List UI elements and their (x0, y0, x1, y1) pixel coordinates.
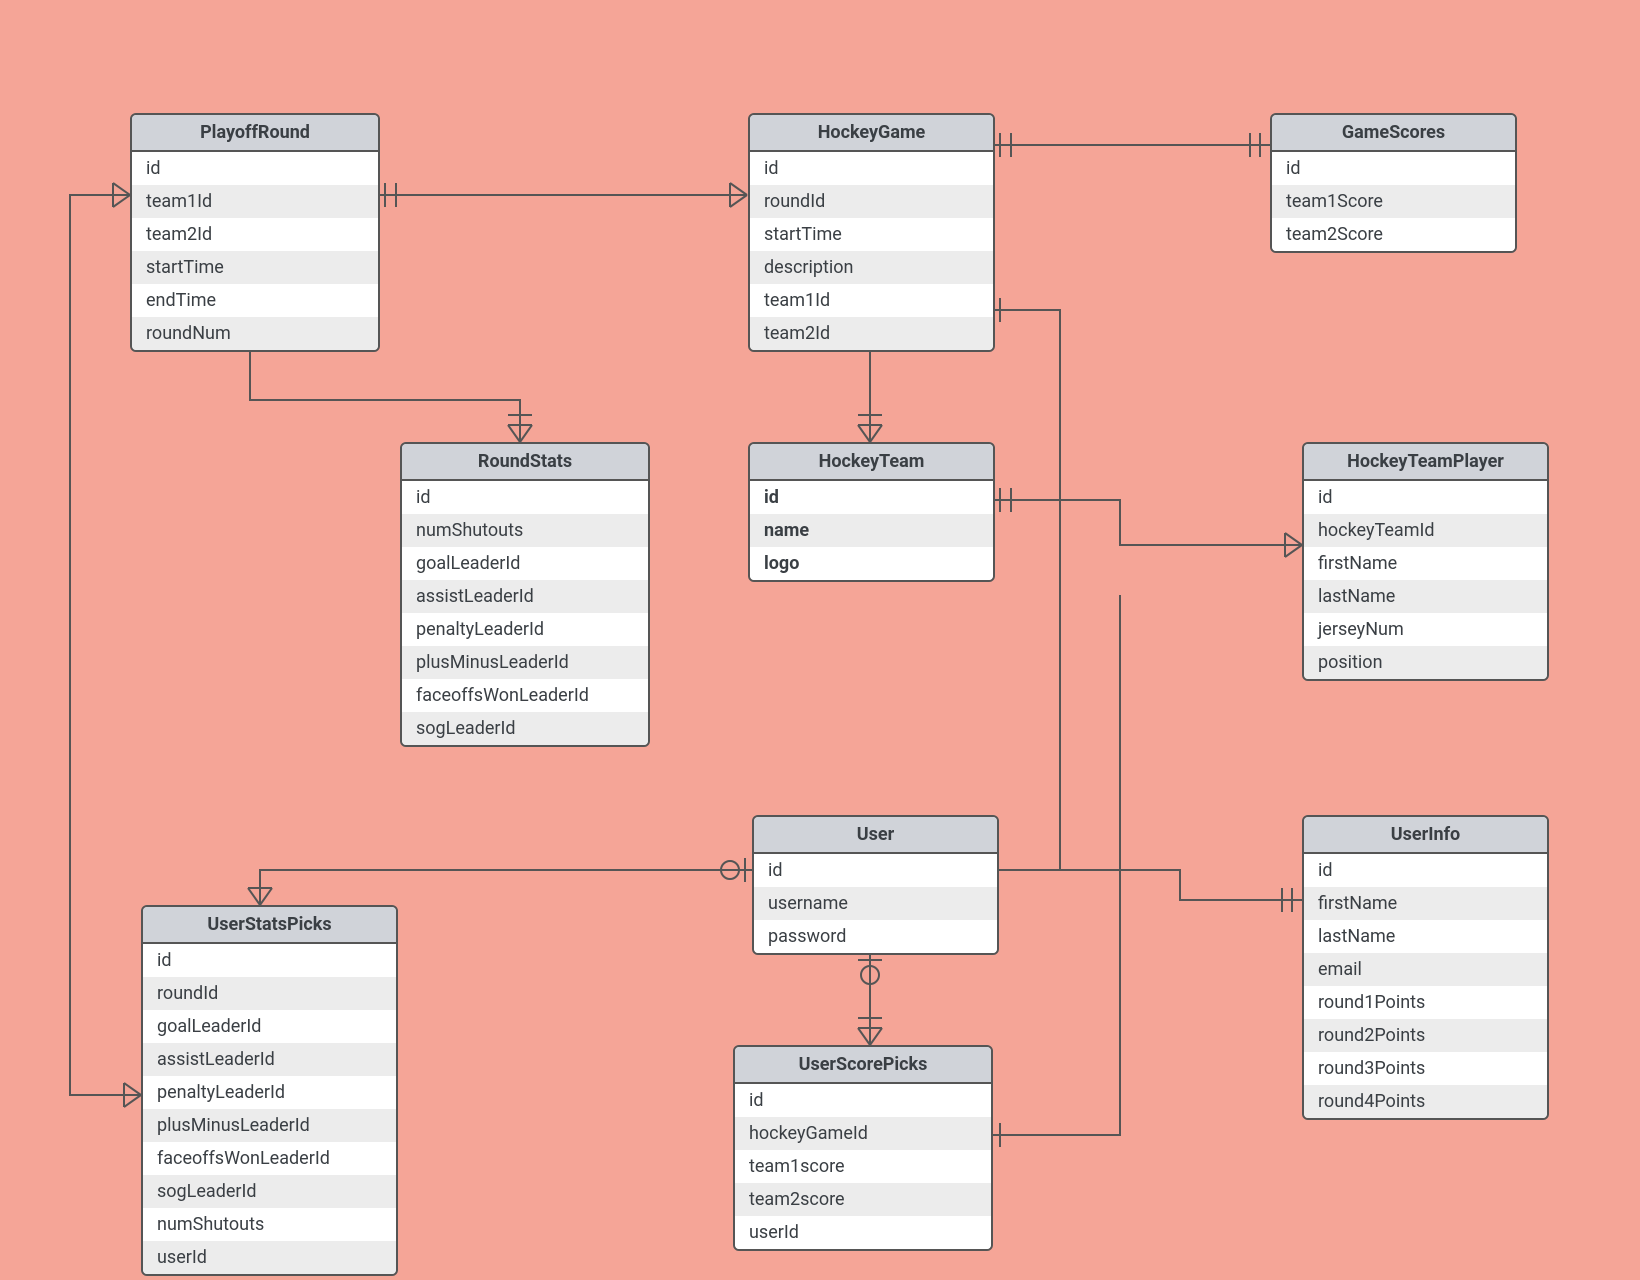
entity-fields: id roundId goalLeaderId assistLeaderId p… (143, 944, 396, 1274)
field: faceoffsWonLeaderId (143, 1142, 396, 1175)
entity-hockey-team[interactable]: HockeyTeam id name logo (748, 442, 995, 582)
field: team2score (735, 1183, 991, 1216)
field: round2Points (1304, 1019, 1547, 1052)
field: faceoffsWonLeaderId (402, 679, 648, 712)
entity-user-score-picks[interactable]: UserScorePicks id hockeyGameId team1scor… (733, 1045, 993, 1251)
entity-title: HockeyTeamPlayer (1304, 444, 1547, 481)
field: numShutouts (143, 1208, 396, 1241)
er-diagram-canvas: PlayoffRound id team1Id team2Id startTim… (0, 0, 1640, 1280)
field: team1Id (750, 284, 993, 317)
field: userId (735, 1216, 991, 1249)
entity-title: UserStatsPicks (143, 907, 396, 944)
field: description (750, 251, 993, 284)
entity-fields: id name logo (750, 481, 993, 580)
field: id (143, 944, 396, 977)
entity-title: RoundStats (402, 444, 648, 481)
field: logo (750, 547, 993, 580)
field: position (1304, 646, 1547, 679)
field: assistLeaderId (402, 580, 648, 613)
field: assistLeaderId (143, 1043, 396, 1076)
field: firstName (1304, 547, 1547, 580)
field: id (735, 1084, 991, 1117)
field: hockeyGameId (735, 1117, 991, 1150)
field: roundId (143, 977, 396, 1010)
entity-hockey-team-player[interactable]: HockeyTeamPlayer id hockeyTeamId firstNa… (1302, 442, 1549, 681)
field: id (750, 481, 993, 514)
field: goalLeaderId (143, 1010, 396, 1043)
field: team2Id (750, 317, 993, 350)
field: plusMinusLeaderId (402, 646, 648, 679)
field: password (754, 920, 997, 953)
field: id (754, 854, 997, 887)
field: team2Score (1272, 218, 1515, 251)
entity-user[interactable]: User id username password (752, 815, 999, 955)
entity-title: User (754, 817, 997, 854)
entity-title: UserInfo (1304, 817, 1547, 854)
field: lastName (1304, 920, 1547, 953)
field: id (750, 152, 993, 185)
field: hockeyTeamId (1304, 514, 1547, 547)
field: id (1304, 854, 1547, 887)
field: startTime (132, 251, 378, 284)
field: email (1304, 953, 1547, 986)
field: team2Id (132, 218, 378, 251)
entity-game-scores[interactable]: GameScores id team1Score team2Score (1270, 113, 1517, 253)
field: team1Score (1272, 185, 1515, 218)
field: id (1304, 481, 1547, 514)
entity-title: UserScorePicks (735, 1047, 991, 1084)
entity-fields: id username password (754, 854, 997, 953)
field: team1score (735, 1150, 991, 1183)
field: id (402, 481, 648, 514)
entity-title: GameScores (1272, 115, 1515, 152)
entity-fields: id firstName lastName email round1Points… (1304, 854, 1547, 1118)
field: username (754, 887, 997, 920)
entity-user-info[interactable]: UserInfo id firstName lastName email rou… (1302, 815, 1549, 1120)
entity-fields: id hockeyGameId team1score team2score us… (735, 1084, 991, 1249)
field: round3Points (1304, 1052, 1547, 1085)
field: penaltyLeaderId (143, 1076, 396, 1109)
entity-title: HockeyGame (750, 115, 993, 152)
entity-fields: id numShutouts goalLeaderId assistLeader… (402, 481, 648, 745)
entity-fields: id team1Score team2Score (1272, 152, 1515, 251)
entity-round-stats[interactable]: RoundStats id numShutouts goalLeaderId a… (400, 442, 650, 747)
entity-playoff-round[interactable]: PlayoffRound id team1Id team2Id startTim… (130, 113, 380, 352)
field: roundId (750, 185, 993, 218)
field: plusMinusLeaderId (143, 1109, 396, 1142)
field: round1Points (1304, 986, 1547, 1019)
entity-hockey-game[interactable]: HockeyGame id roundId startTime descript… (748, 113, 995, 352)
field: id (132, 152, 378, 185)
field: numShutouts (402, 514, 648, 547)
field: id (1272, 152, 1515, 185)
field: lastName (1304, 580, 1547, 613)
entity-fields: id team1Id team2Id startTime endTime rou… (132, 152, 378, 350)
field: roundNum (132, 317, 378, 350)
field: sogLeaderId (143, 1175, 396, 1208)
entity-fields: id roundId startTime description team1Id… (750, 152, 993, 350)
field: firstName (1304, 887, 1547, 920)
field: endTime (132, 284, 378, 317)
field: sogLeaderId (402, 712, 648, 745)
field: userId (143, 1241, 396, 1274)
entity-user-stats-picks[interactable]: UserStatsPicks id roundId goalLeaderId a… (141, 905, 398, 1276)
field: jerseyNum (1304, 613, 1547, 646)
field: startTime (750, 218, 993, 251)
field: penaltyLeaderId (402, 613, 648, 646)
entity-title: HockeyTeam (750, 444, 993, 481)
field: name (750, 514, 993, 547)
field: team1Id (132, 185, 378, 218)
field: round4Points (1304, 1085, 1547, 1118)
entity-fields: id hockeyTeamId firstName lastName jerse… (1304, 481, 1547, 679)
entity-title: PlayoffRound (132, 115, 378, 152)
field: goalLeaderId (402, 547, 648, 580)
